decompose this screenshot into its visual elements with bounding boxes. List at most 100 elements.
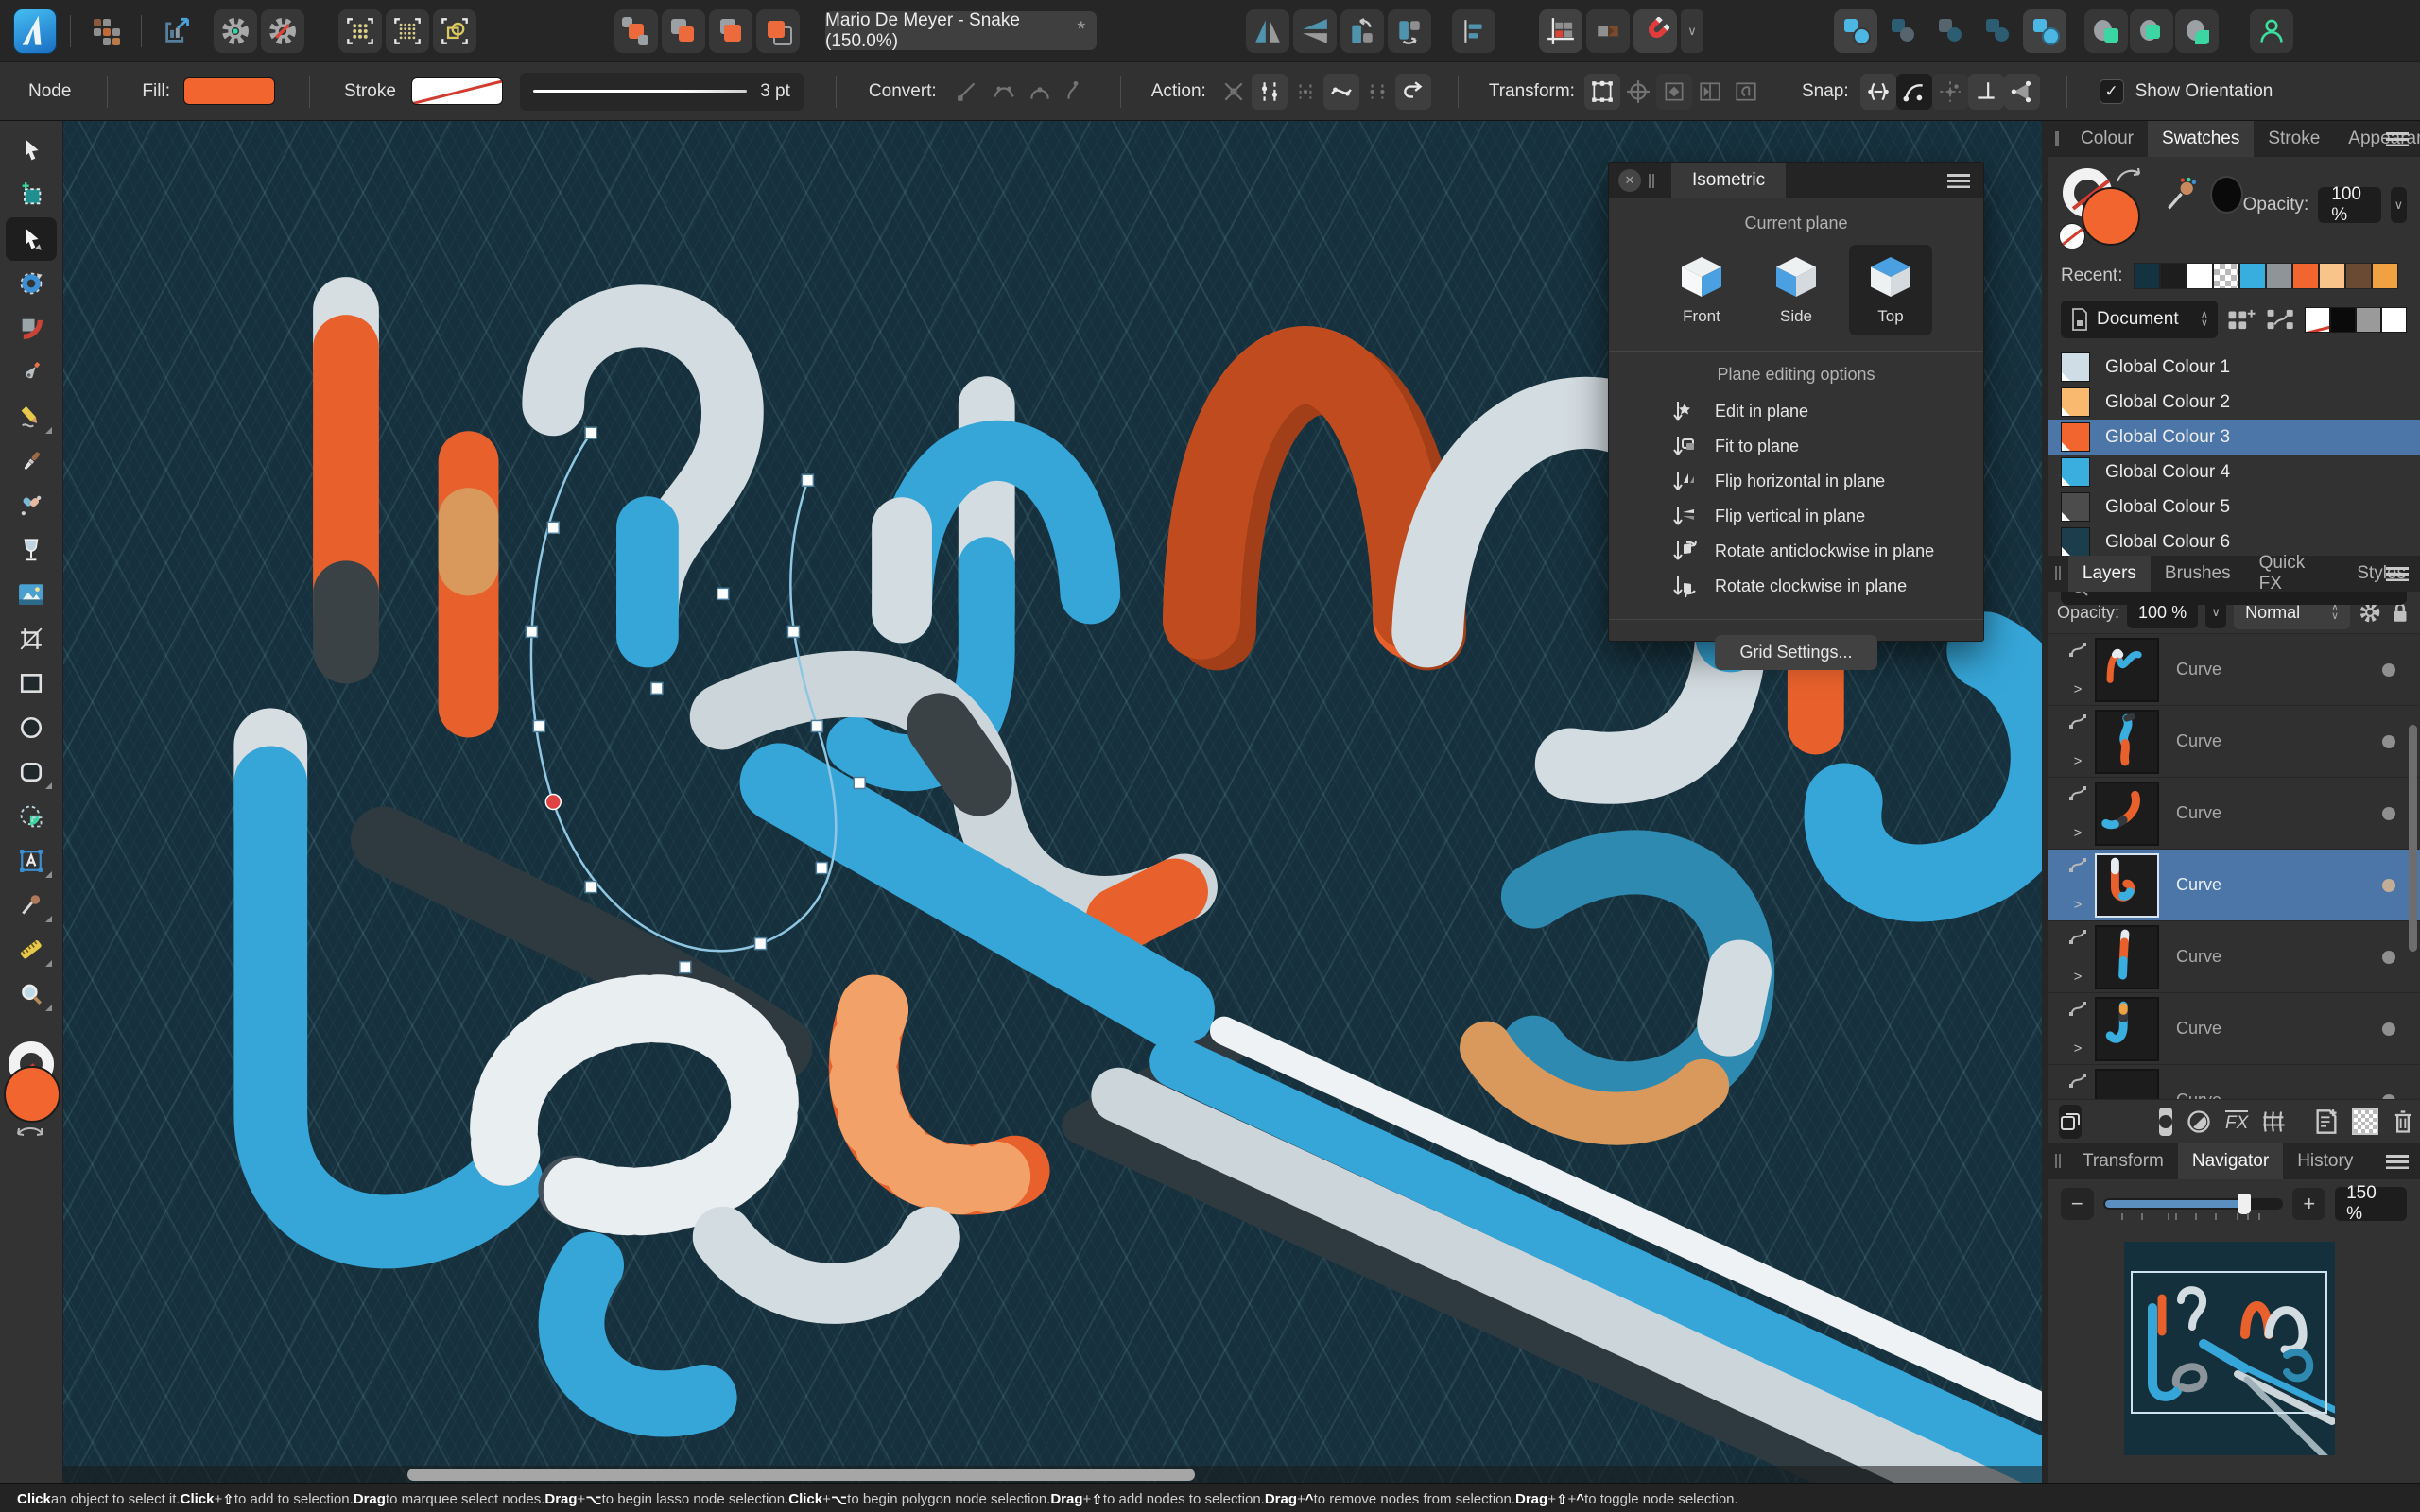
path-node[interactable] (525, 625, 539, 639)
new-pixel-layer-button[interactable] (2352, 1108, 2379, 1135)
global-colour-row[interactable]: Global Colour 1 (2048, 350, 2420, 385)
move-back-one-button[interactable] (662, 9, 705, 53)
colour-picker-tool[interactable] (6, 884, 57, 927)
layer-row[interactable]: > Curve (2048, 850, 2420, 921)
layer-visibility-dot[interactable] (2382, 950, 2395, 964)
add-swatch-icon[interactable] (2227, 303, 2256, 335)
expand-chevron-icon[interactable]: > (2074, 681, 2083, 697)
navigator-viewport[interactable] (2131, 1271, 2327, 1414)
tab-colour[interactable]: Colour (2066, 121, 2148, 157)
alignment-button[interactable] (1452, 9, 1495, 53)
tab-swatches[interactable]: Swatches (2147, 121, 2255, 157)
layer-row[interactable]: > Curve (2048, 1065, 2420, 1099)
flip-horizontal-button[interactable] (1246, 9, 1289, 53)
plane-option-flip-horizontal-in-plane[interactable]: Flip horizontal in plane (1609, 464, 1983, 499)
isometric-tab[interactable]: Isometric (1671, 163, 1787, 198)
zoom-in-button[interactable]: + (2292, 1188, 2326, 1220)
stroke-width-control[interactable]: 3 pt (519, 72, 804, 111)
drag-handle[interactable] (1649, 173, 1654, 188)
recent-swatch[interactable] (2292, 263, 2320, 289)
recent-swatch[interactable] (2319, 263, 2346, 289)
path-node[interactable] (650, 681, 664, 696)
path-node[interactable] (584, 426, 597, 439)
layer-visibility-dot[interactable] (2382, 1022, 2395, 1036)
layer-row[interactable]: > Curve (2048, 778, 2420, 850)
grid-show-button[interactable] (338, 9, 382, 53)
plane-option-fit-to-plane[interactable]: Fit to plane (1609, 429, 1983, 464)
grid-shapes-button[interactable] (433, 9, 476, 53)
recent-swatch[interactable] (2160, 263, 2187, 289)
adjustment-button[interactable] (2186, 1108, 2212, 1135)
snap-perpendicular-button[interactable] (1967, 73, 2004, 110)
swatch-category-selector[interactable]: Document ∧ ∨ (2061, 301, 2218, 338)
grey-swatch[interactable] (2356, 306, 2381, 333)
pencil-tool[interactable] (6, 395, 57, 438)
rounded-rectangle-tool[interactable] (6, 750, 57, 794)
expand-chevron-icon[interactable]: > (2074, 969, 2083, 985)
boolean-add-button[interactable] (1834, 9, 1877, 53)
artistic-text-tool[interactable] (6, 839, 57, 883)
convert-smooth-button[interactable] (986, 74, 1022, 110)
zoom-tool[interactable] (6, 972, 57, 1016)
tab-transform[interactable]: Transform (2068, 1143, 2178, 1179)
document-title[interactable]: Mario De Meyer - Snake (150.0%) * (825, 10, 1097, 51)
panel-menu-icon[interactable] (1947, 174, 1970, 188)
white-swatch[interactable] (2381, 306, 2407, 333)
path-node[interactable] (815, 861, 829, 875)
drag-handle[interactable] (2055, 566, 2061, 580)
layer-visibility-dot[interactable] (2382, 806, 2395, 820)
boolean-subtract-button[interactable] (1881, 9, 1925, 53)
mesh-warp-button[interactable] (2261, 1109, 2288, 1134)
place-image-tool[interactable] (6, 573, 57, 616)
action-smooth-button[interactable] (1322, 73, 1359, 110)
transform-diamond-button[interactable] (1655, 73, 1692, 110)
plane-top-button[interactable]: Top (1849, 245, 1932, 335)
action-close-button[interactable] (1251, 73, 1288, 110)
expand-chevron-icon[interactable]: > (2074, 753, 2083, 769)
app-logo-button[interactable] (13, 8, 57, 54)
rectangle-tool[interactable] (6, 662, 57, 705)
tool-settings-button[interactable] (261, 9, 304, 53)
layer-row[interactable]: > Curve (2048, 706, 2420, 778)
colour-picker-icon[interactable] (2165, 174, 2201, 215)
insert-on-top-button[interactable] (2175, 9, 2219, 53)
account-button[interactable] (2250, 9, 2293, 53)
rotate-clockwise-button[interactable] (1388, 9, 1431, 53)
move-to-back-button[interactable] (614, 9, 658, 53)
stroke-swatch[interactable] (410, 77, 503, 105)
recent-swatch[interactable] (2134, 263, 2161, 289)
duplicate-layer-button[interactable] (2059, 1105, 2082, 1139)
recent-swatch[interactable] (2187, 263, 2214, 289)
zoom-slider[interactable] (2102, 1194, 2284, 1220)
delete-layer-button[interactable] (2392, 1108, 2414, 1135)
fill-tool[interactable] (6, 484, 57, 527)
canvas[interactable]: ✕ Isometric Current plane Front Side Top… (63, 121, 2042, 1483)
action-break-button[interactable] (1216, 74, 1252, 110)
preferences-button[interactable] (214, 9, 257, 53)
studio-presets-button[interactable] (84, 9, 128, 53)
point-transform-tool[interactable] (6, 262, 57, 305)
snapping-button[interactable] (1634, 9, 1677, 53)
tab-quickfx[interactable]: Quick FX (2245, 553, 2343, 593)
insert-inside-button[interactable] (2130, 9, 2173, 53)
fill-well[interactable] (4, 1066, 60, 1123)
layers-scrollbar-thumb[interactable] (2409, 725, 2417, 952)
recent-swatch[interactable] (2213, 263, 2240, 289)
measure-tool[interactable] (6, 928, 57, 971)
layer-visibility-dot[interactable] (2382, 878, 2395, 892)
opacity-dropdown[interactable]: ∨ (2390, 187, 2407, 223)
contour-tool[interactable] (6, 306, 57, 350)
tab-brushes[interactable]: Brushes (2151, 556, 2245, 592)
expand-chevron-icon[interactable]: > (2074, 897, 2083, 913)
show-orientation-checkbox[interactable]: ✓ (2099, 78, 2124, 104)
rotate-anticlockwise-button[interactable] (1340, 9, 1384, 53)
action-join-button[interactable] (1288, 74, 1323, 110)
path-node[interactable] (546, 521, 560, 535)
transform-mode-button[interactable] (1583, 73, 1620, 110)
fill-swatch[interactable] (182, 77, 275, 105)
expand-chevron-icon[interactable]: > (2074, 1040, 2083, 1057)
recent-swatch[interactable] (2372, 263, 2399, 289)
boolean-divide-button[interactable] (1976, 9, 2019, 53)
plane-option-edit-in-plane[interactable]: Edit in plane (1609, 394, 1983, 429)
global-colour-row[interactable]: Global Colour 4 (2048, 455, 2420, 490)
